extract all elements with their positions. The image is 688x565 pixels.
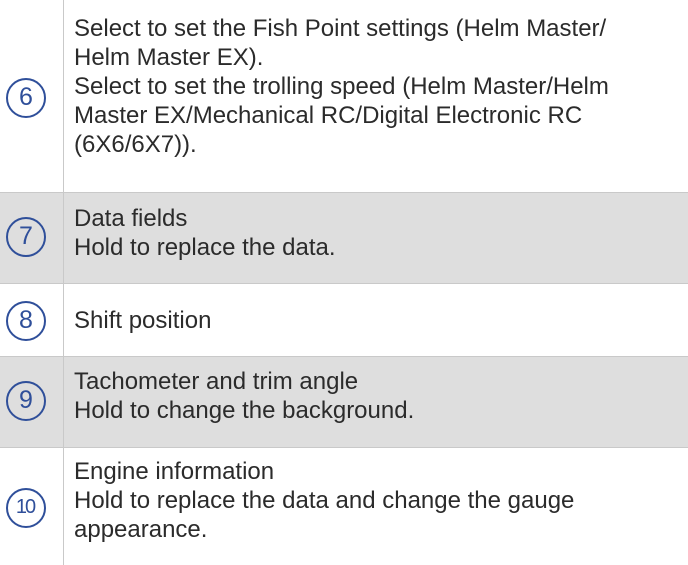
legend-row-10: 10 Engine information Hold to replace th… [0, 447, 688, 565]
description-line: (6X6/6X7)). [74, 131, 197, 158]
description-line: Select to set the trolling speed (Helm M… [74, 73, 609, 100]
callout-number-7: 7 [6, 217, 46, 257]
description-line: Hold to replace the data and change the … [74, 487, 575, 514]
legend-table: 6 Select to set the Fish Point settings … [0, 0, 688, 565]
callout-number-8: 8 [6, 301, 46, 341]
callout-number-6: 6 [6, 78, 46, 118]
description-line: Engine information [74, 458, 275, 485]
legend-row-6: 6 Select to set the Fish Point settings … [0, 0, 688, 192]
description-line: Shift position [74, 307, 212, 334]
legend-row-8: 8 Shift position [0, 283, 688, 356]
legend-row-7: 7 Data fields Hold to replace the data. [0, 192, 688, 283]
legend-description-9: Tachometer and trim angle Hold to change… [74, 367, 679, 425]
callout-number-10: 10 [6, 488, 46, 528]
description-line: Hold to change the background. [74, 397, 415, 424]
legend-description-10: Engine information Hold to replace the d… [74, 457, 679, 544]
legend-description-6: Select to set the Fish Point settings (H… [74, 14, 679, 159]
description-line: Select to set the Fish Point settings (H… [74, 15, 607, 42]
legend-description-8: Shift position [74, 306, 679, 335]
description-line: Tachometer and trim angle [74, 368, 359, 395]
callout-number-9: 9 [6, 381, 46, 421]
description-line: appearance. [74, 516, 208, 543]
description-line: Hold to replace the data. [74, 234, 336, 261]
description-line: Master EX/Mechanical RC/Digital Electron… [74, 102, 583, 129]
description-line: Helm Master EX). [74, 44, 264, 71]
description-line: Data fields [74, 205, 188, 232]
legend-description-7: Data fields Hold to replace the data. [74, 204, 679, 262]
legend-row-9: 9 Tachometer and trim angle Hold to chan… [0, 356, 688, 447]
